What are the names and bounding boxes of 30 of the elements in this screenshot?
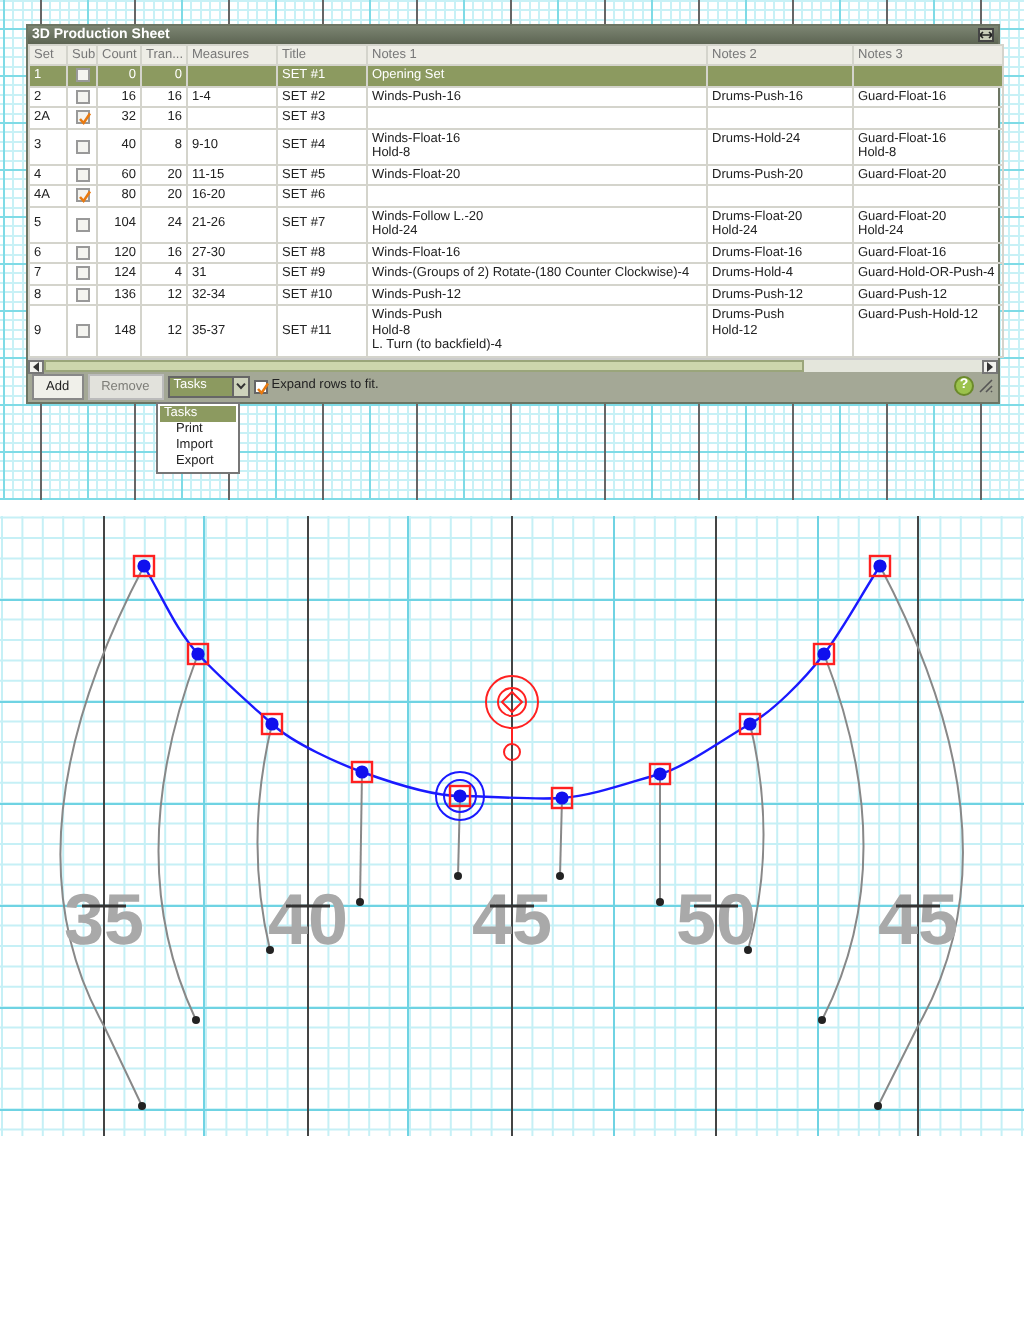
dock-button[interactable] [978,28,994,42]
target-icon [485,675,539,761]
checkbox[interactable] [75,245,89,260]
checkbox[interactable] [75,217,89,231]
caret-icon [235,382,246,390]
checkbox[interactable] [75,68,89,83]
checkbox[interactable] [75,266,89,281]
marcher-icon[interactable] [648,762,672,786]
resize-grip-icon[interactable] [978,378,994,394]
marcher-icon[interactable] [868,554,892,578]
marcher-icon[interactable] [812,642,836,666]
marcher-icon[interactable] [132,554,156,578]
scroll-right-button[interactable] [982,359,998,373]
marcher-icon[interactable] [186,642,210,666]
checkbox[interactable] [75,167,89,182]
marcher-icon[interactable] [260,712,284,736]
scroll-thumb[interactable] [44,359,804,371]
checkbox[interactable] [75,323,89,338]
checkbox[interactable] [75,188,89,203]
checkbox[interactable] [75,110,89,125]
checkbox[interactable] [75,89,89,104]
focus-ring [435,771,485,821]
checkbox[interactable] [75,287,89,302]
marcher-icon[interactable] [738,712,762,736]
marcher-icon[interactable] [448,784,472,808]
scroll-left-button[interactable] [28,359,44,373]
marcher-icon[interactable] [350,760,374,784]
marcher-icon[interactable] [550,786,574,810]
checkbox[interactable] [253,379,268,393]
checkbox[interactable] [75,139,89,153]
